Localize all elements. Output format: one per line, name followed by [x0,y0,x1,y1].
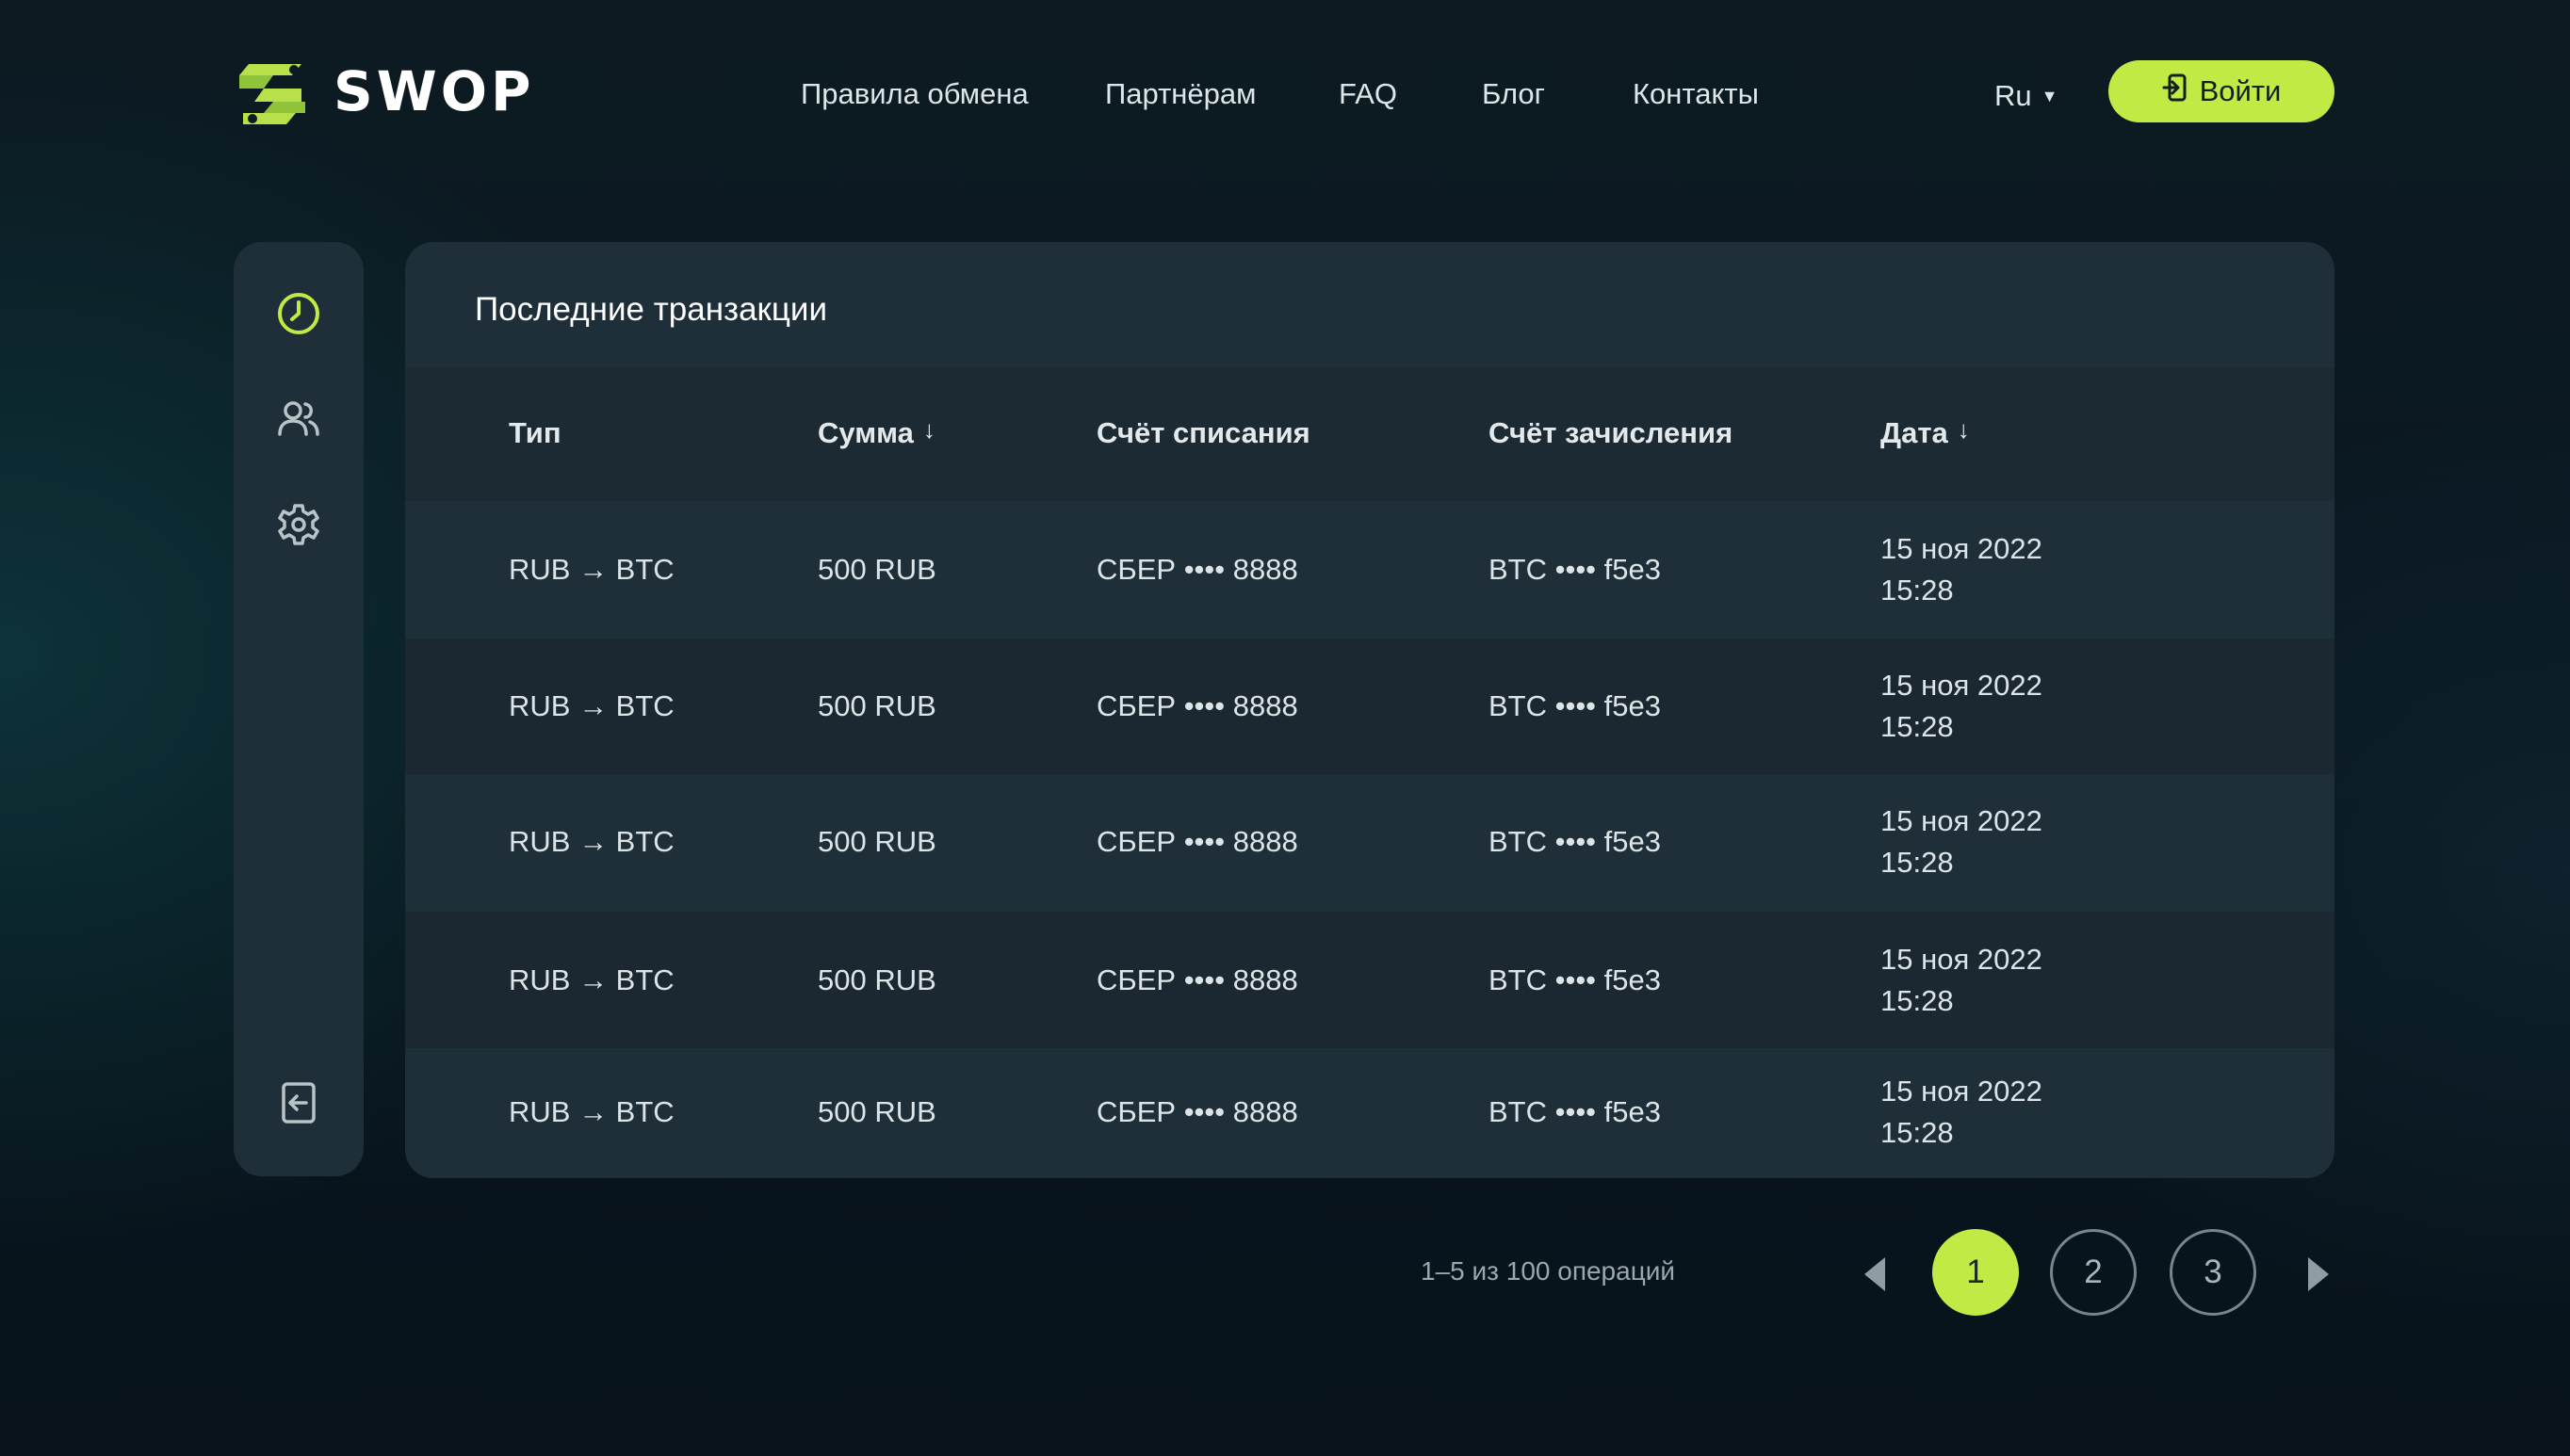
cell-date: 15 ноя 2022 15:28 [1880,801,2042,883]
cell-credit-account: BTC •••• f5e3 [1488,553,1661,586]
triangle-left-icon[interactable] [1861,1255,1889,1293]
cell-debit-account: СБЕР •••• 8888 [1097,1095,1298,1128]
date-value: 15 ноя 2022 [1880,532,2042,565]
login-icon [2162,73,2188,109]
caret-down-icon: ▼ [2041,87,2058,105]
pagination-info: 1–5 из 100 операций [1421,1256,1676,1286]
cell-type: RUB → BTC [509,825,675,858]
cell-type: RUB → BTC [509,1095,675,1128]
date-value: 15 ноя 2022 [1880,943,2042,976]
triangle-right-icon[interactable] [2304,1255,2333,1293]
top-header: SWOP Правила обмена Партнёрам FAQ Блог К… [0,0,2570,188]
table-row[interactable]: RUB → BTC 500 RUB СБЕР •••• 8888 BTC •••… [405,501,2334,639]
cell-type: RUB → BTC [509,689,675,722]
clock-icon[interactable] [276,291,321,336]
cell-credit-account: BTC •••• f5e3 [1488,1095,1661,1128]
column-credit-account: Счёт зачисления [1488,416,1733,449]
date-value: 15 ноя 2022 [1880,804,2042,837]
swop-logo-icon [236,55,309,128]
column-debit-account: Счёт списания [1097,416,1310,449]
cell-amount: 500 RUB [818,689,936,722]
language-select[interactable]: Ru ▼ [1994,77,2058,115]
nav-blog[interactable]: Блог [1482,73,1545,115]
cell-credit-account: BTC •••• f5e3 [1488,963,1661,996]
gear-icon[interactable] [276,502,321,547]
cell-credit-account: BTC •••• f5e3 [1488,689,1661,722]
cell-debit-account: СБЕР •••• 8888 [1097,689,1298,722]
table-row[interactable]: RUB → BTC 500 RUB СБЕР •••• 8888 BTC •••… [405,1048,2334,1178]
users-icon[interactable] [276,396,321,442]
cell-amount: 500 RUB [818,553,936,586]
cell-type: RUB → BTC [509,963,675,996]
card-title: Последние транзакции [475,291,827,328]
time-value: 15:28 [1880,1116,1954,1149]
page-button-1[interactable]: 1 [1932,1229,2019,1316]
cell-credit-account: BTC •••• f5e3 [1488,825,1661,858]
cell-type: RUB → BTC [509,553,675,586]
date-value: 15 ноя 2022 [1880,1075,2042,1108]
cell-amount: 500 RUB [818,825,936,858]
table-row[interactable]: RUB → BTC 500 RUB СБЕР •••• 8888 BTC •••… [405,912,2334,1048]
language-value: Ru [1994,79,2032,112]
column-date[interactable]: Дата ↓ [1880,414,1970,452]
cell-date: 15 ноя 2022 15:28 [1880,528,2042,611]
table-row[interactable]: RUB → BTC 500 RUB СБЕР •••• 8888 BTC •••… [405,774,2334,912]
page-button-2[interactable]: 2 [2050,1229,2137,1316]
cell-amount: 500 RUB [818,963,936,996]
time-value: 15:28 [1880,984,1954,1017]
sort-arrow-icon: ↓ [922,415,935,444]
login-button[interactable]: Войти [2108,60,2334,122]
logout-icon[interactable] [276,1080,321,1125]
cell-date: 15 ноя 2022 15:28 [1880,665,2042,748]
nav-partners[interactable]: Партнёрам [1105,73,1256,115]
cell-debit-account: СБЕР •••• 8888 [1097,825,1298,858]
cell-amount: 500 RUB [818,1095,936,1128]
date-value: 15 ноя 2022 [1880,669,2042,702]
time-value: 15:28 [1880,574,1954,607]
nav-contacts[interactable]: Контакты [1633,73,1759,115]
sidebar [234,242,364,1176]
table-row[interactable]: RUB → BTC 500 RUB СБЕР •••• 8888 BTC •••… [405,639,2334,774]
cell-date: 15 ноя 2022 15:28 [1880,939,2042,1022]
time-value: 15:28 [1880,710,1954,743]
transactions-card: Последние транзакции Тип Сумма ↓ Счёт сп… [405,242,2334,1178]
cell-debit-account: СБЕР •••• 8888 [1097,553,1298,586]
column-amount[interactable]: Сумма ↓ [818,414,935,452]
brand-logo[interactable]: SWOP [236,55,535,128]
nav-faq[interactable]: FAQ [1339,73,1397,115]
page-button-3[interactable]: 3 [2170,1229,2256,1316]
table-header: Тип Сумма ↓ Счёт списания Счёт зачислени… [405,367,2334,501]
column-type: Тип [509,416,561,449]
cell-date: 15 ноя 2022 15:28 [1880,1071,2042,1154]
nav-exchange-rules[interactable]: Правила обмена [801,73,1029,115]
login-label: Войти [2199,74,2282,107]
sort-arrow-icon: ↓ [1957,415,1970,444]
time-value: 15:28 [1880,846,1954,879]
brand-name: SWOP [333,59,535,123]
cell-debit-account: СБЕР •••• 8888 [1097,963,1298,996]
